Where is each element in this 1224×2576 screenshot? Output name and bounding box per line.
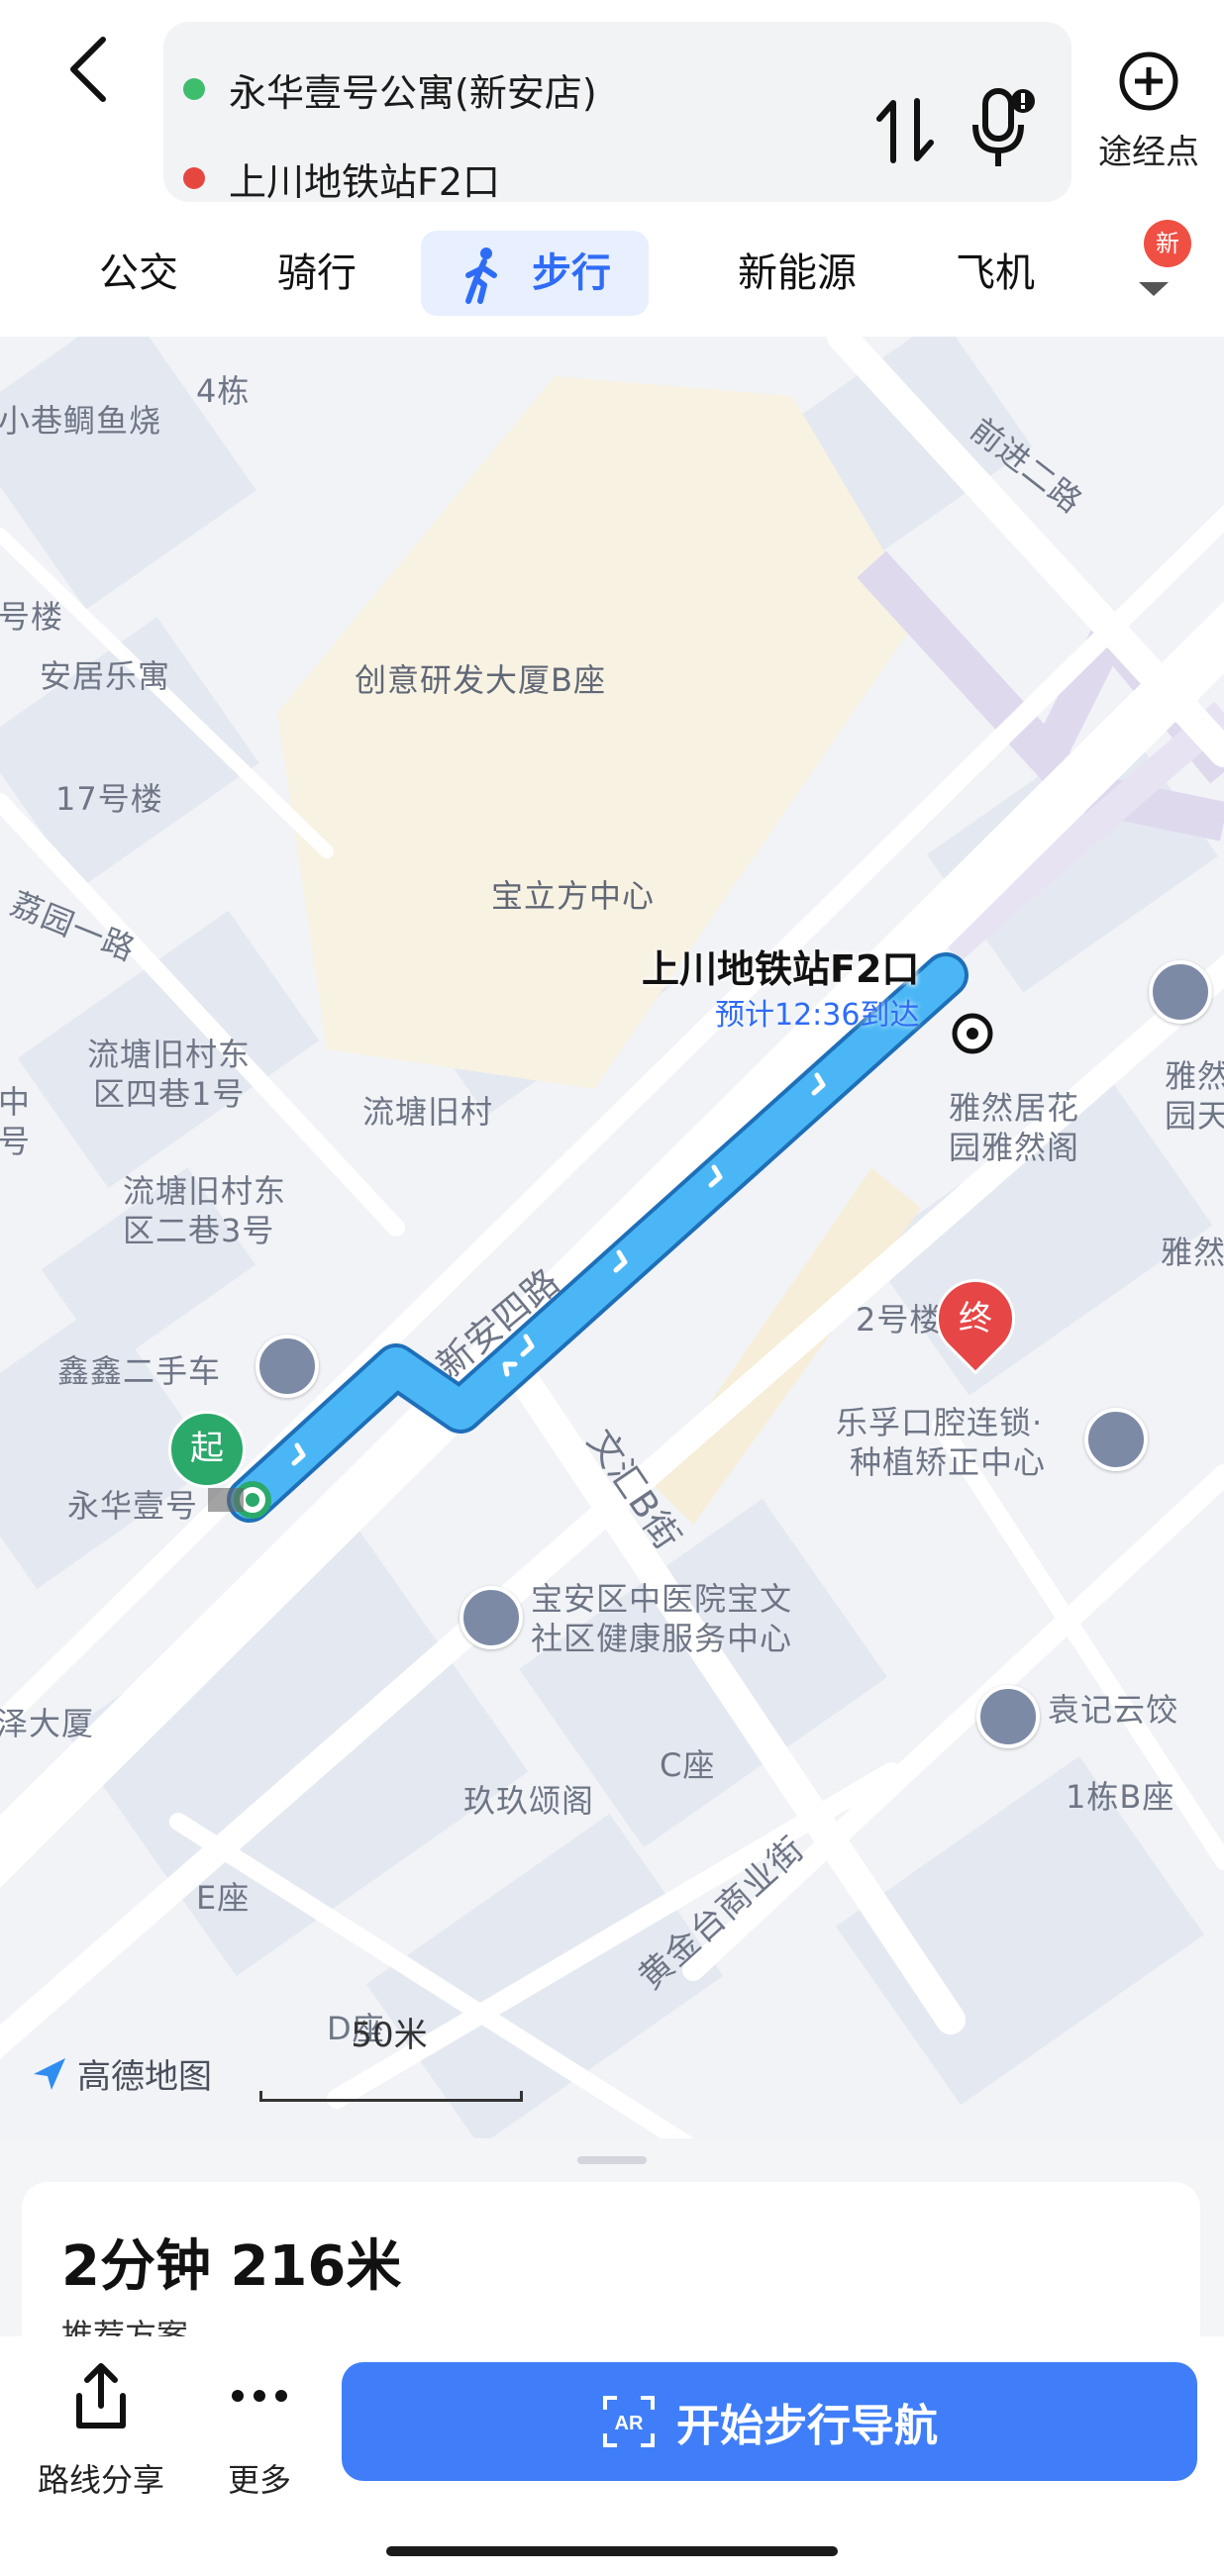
swap-button[interactable] bbox=[871, 91, 941, 170]
map-label: 园雅然阁 bbox=[949, 1129, 1080, 1166]
logo-text: 高德地图 bbox=[77, 2057, 212, 2097]
restaurant-icon bbox=[976, 1685, 1040, 1748]
tab-new-energy[interactable]: 新能源 bbox=[713, 231, 881, 316]
ar-icon: AR bbox=[603, 2396, 655, 2447]
dental-clinic-icon bbox=[1084, 1408, 1148, 1471]
map-label: 玖玖颂阁 bbox=[463, 1782, 595, 1820]
map-label: 区二巷3号 bbox=[123, 1212, 275, 1249]
chevron-left-icon bbox=[70, 37, 106, 102]
destination-eta-label: 预计12:36到达 bbox=[715, 998, 920, 1033]
plus-circle-icon bbox=[1119, 51, 1178, 111]
route-header: 永华壹号公寓(新安店) 上川地铁站F2口 途经点 bbox=[0, 0, 1224, 213]
tab-walk-label: 步行 bbox=[532, 250, 611, 296]
share-icon bbox=[76, 2363, 126, 2428]
scale-bar bbox=[259, 2091, 523, 2102]
share-route-button[interactable]: 路线分享 bbox=[22, 2356, 180, 2499]
end-dot-icon bbox=[183, 167, 205, 189]
map-label: E座 bbox=[196, 1879, 251, 1917]
tab-plane[interactable]: 飞机 bbox=[941, 231, 1050, 316]
svg-text:AR: AR bbox=[615, 2413, 644, 2434]
map-label: 鑫鑫二手车 bbox=[57, 1352, 222, 1390]
map-label: 1栋B座 bbox=[1066, 1778, 1175, 1816]
map-label: 安居乐寓 bbox=[40, 657, 171, 695]
map-label: 号楼 bbox=[0, 598, 64, 636]
add-waypoint-button[interactable]: 途经点 bbox=[1081, 48, 1216, 176]
car-icon bbox=[255, 1335, 319, 1398]
waypoint-label: 途经点 bbox=[1098, 133, 1199, 172]
map-label: 流塘旧村 bbox=[362, 1093, 494, 1131]
microphone-icon bbox=[972, 88, 1035, 166]
map-label: 雅然 bbox=[1161, 1234, 1224, 1271]
end-pin-label: 终 bbox=[959, 1299, 992, 1338]
new-badge: 新 bbox=[1144, 220, 1191, 267]
scale-label: 50米 bbox=[351, 2016, 428, 2055]
sheet-drag-handle[interactable] bbox=[577, 2156, 647, 2164]
tab-bike[interactable]: 骑行 bbox=[257, 231, 376, 316]
amap-logo: 高德地图 bbox=[30, 2049, 212, 2098]
map-label: 永华壹号 bbox=[67, 1487, 199, 1525]
more-label: 更多 bbox=[227, 2461, 291, 2499]
map-label: 17号楼 bbox=[55, 780, 163, 818]
route-duration-distance: 2分钟 216米 bbox=[61, 2234, 402, 2299]
medical-cross-icon bbox=[459, 1586, 523, 1649]
map-view[interactable]: 4栋 小巷鲷鱼烧 号楼 安居乐寓 17号楼 荔园一路 创意研发大厦B座 宝立方中… bbox=[0, 337, 1224, 2138]
navigation-arrow-icon bbox=[34, 2057, 65, 2090]
end-location-text: 上川地铁站F2口 bbox=[229, 159, 501, 204]
swap-arrows-icon bbox=[876, 98, 934, 163]
map-label: C座 bbox=[660, 1746, 716, 1784]
more-dots-icon bbox=[232, 2390, 287, 2402]
map-label: 泽大厦 bbox=[0, 1705, 95, 1742]
map-label: 区四巷1号 bbox=[93, 1075, 246, 1113]
more-options-button[interactable]: 更多 bbox=[180, 2356, 339, 2499]
travel-mode-tabs: 公交 骑行 步行 新能源 飞机 bbox=[0, 213, 1224, 337]
tab-bus[interactable]: 公交 bbox=[79, 231, 198, 316]
map-label: 号 bbox=[0, 1123, 32, 1160]
map-scale: 50米 bbox=[259, 2000, 523, 2102]
start-location-field[interactable]: 永华壹号公寓(新安店) bbox=[183, 50, 597, 129]
map-label: 社区健康服务中心 bbox=[531, 1620, 793, 1657]
map-label: 宝立方中心 bbox=[491, 877, 656, 915]
back-button[interactable] bbox=[59, 30, 119, 109]
tab-walk[interactable]: 步行 bbox=[421, 231, 649, 316]
start-pin-badge: 起 bbox=[168, 1411, 246, 1488]
map-label: 小巷鲷鱼烧 bbox=[0, 402, 162, 440]
voice-input-button[interactable] bbox=[966, 83, 1045, 172]
home-indicator bbox=[386, 2546, 838, 2556]
bottom-action-bar: 路线分享 更多 AR 开始步行导航 bbox=[0, 2336, 1224, 2576]
route-input-box: 永华壹号公寓(新安店) 上川地铁站F2口 bbox=[163, 22, 1071, 204]
start-dot-icon bbox=[183, 78, 205, 100]
map-label: 园天 bbox=[1165, 1097, 1224, 1135]
start-location-text: 永华壹号公寓(新安店) bbox=[229, 70, 597, 115]
destination-name-label: 上川地铁站F2口 bbox=[642, 947, 920, 991]
navigate-label: 开始步行导航 bbox=[676, 2401, 938, 2451]
map-label: 4栋 bbox=[196, 372, 251, 410]
map-label: 种植矫正中心 bbox=[850, 1443, 1047, 1481]
end-location-field[interactable]: 上川地铁站F2口 bbox=[183, 139, 500, 218]
map-label: 袁记云饺 bbox=[1048, 1691, 1179, 1729]
start-walking-navigation-button[interactable]: AR 开始步行导航 bbox=[342, 2362, 1197, 2481]
map-label: 创意研发大厦B座 bbox=[355, 661, 606, 699]
share-label: 路线分享 bbox=[37, 2461, 164, 2499]
star-landmark-icon bbox=[1149, 960, 1212, 1024]
map-label: 2号楼 bbox=[856, 1301, 943, 1338]
walking-person-icon bbox=[465, 248, 497, 304]
